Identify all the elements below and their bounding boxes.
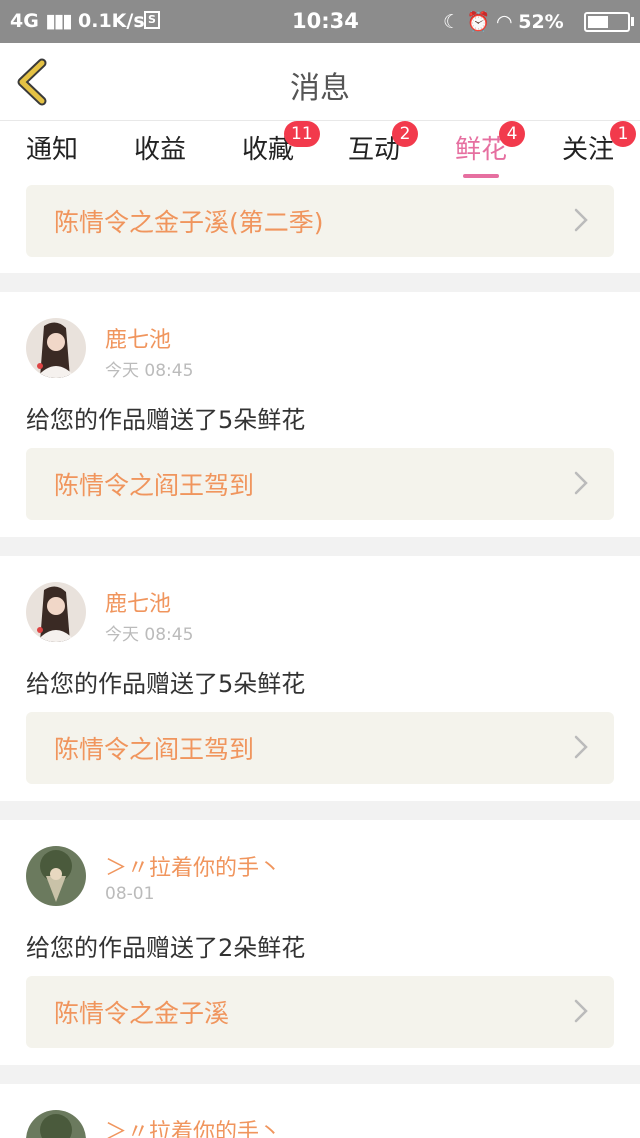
- avatar[interactable]: [26, 318, 86, 378]
- timestamp: 今天 08:45: [105, 625, 194, 645]
- status-bar: 4G ▮▮▮ 0.1K/s S 10:34 ☾ ⏰ ◠ 52%: [0, 0, 640, 43]
- tab-bar: 通知 收益 收藏 11 互动 2 鲜花 4 关注 1: [0, 121, 640, 185]
- work-link[interactable]: 陈情令之金子溪: [26, 976, 614, 1048]
- network-indicator: 4G ▮▮▮: [10, 10, 73, 32]
- tab-badge: 1: [610, 121, 636, 147]
- battery-percent: 52%: [518, 11, 564, 33]
- username[interactable]: ＞〃拉着你的手丶: [105, 1114, 281, 1138]
- tab-label: 关注: [562, 135, 615, 165]
- avatar[interactable]: [26, 582, 86, 642]
- chevron-right-icon: [574, 471, 588, 495]
- wifi-icon: ◠: [496, 11, 512, 33]
- timestamp: 今天 08:45: [105, 361, 194, 381]
- message-card: 鹿七池 今天 08:45 给您的作品赠送了5朵鲜花 陈情令之阎王驾到: [0, 556, 640, 801]
- tab-notice[interactable]: 通知: [26, 129, 78, 179]
- tab-favorites[interactable]: 收藏 11: [242, 121, 320, 179]
- battery-tip: [631, 17, 634, 26]
- active-tab-indicator: [463, 174, 499, 178]
- chevron-right-icon: [574, 999, 588, 1023]
- avatar[interactable]: [26, 846, 86, 906]
- moon-icon: ☾: [443, 11, 461, 33]
- work-title: 陈情令之阎王驾到: [54, 735, 255, 764]
- username[interactable]: ＞〃拉着你的手丶: [105, 850, 281, 882]
- tab-label: 鲜花: [455, 135, 508, 165]
- tab-badge: 4: [499, 121, 525, 147]
- chevron-right-icon: [574, 735, 588, 759]
- chevron-right-icon: [574, 208, 588, 232]
- alarm-icon: ⏰: [466, 11, 491, 33]
- page-title: 消息: [290, 71, 350, 106]
- message-card: ＞〃拉着你的手丶 08-01 给您的作品赠送了2朵鲜花 陈情令之金子溪: [0, 820, 640, 1065]
- tab-badge: 2: [392, 121, 418, 147]
- work-link[interactable]: 陈情令之金子溪(第二季): [26, 185, 614, 257]
- work-link[interactable]: 陈情令之阎王驾到: [26, 712, 614, 784]
- timestamp: 08-01: [105, 884, 155, 904]
- page-header: 消息: [0, 43, 640, 121]
- username[interactable]: 鹿七池: [105, 586, 171, 618]
- status-icons: ☾ ⏰ ◠ 52%: [443, 10, 564, 33]
- battery-icon: [584, 12, 630, 32]
- message-card: 鹿七池 今天 08:45 给您的作品赠送了5朵鲜花 陈情令之阎王驾到: [0, 292, 640, 537]
- avatar[interactable]: [26, 1110, 86, 1138]
- work-link[interactable]: 陈情令之阎王驾到: [26, 448, 614, 520]
- tab-label: 通知: [26, 135, 79, 165]
- tab-label: 互动: [348, 135, 401, 165]
- tab-follow[interactable]: 关注 1: [562, 121, 636, 179]
- work-title: 陈情令之阎王驾到: [54, 471, 255, 500]
- message-card: ＞〃拉着你的手丶: [0, 1084, 640, 1138]
- message-card: 陈情令之金子溪(第二季): [0, 185, 640, 273]
- message-text: 给您的作品赠送了2朵鲜花: [26, 934, 306, 962]
- work-title: 陈情令之金子溪: [54, 999, 230, 1028]
- username[interactable]: 鹿七池: [105, 322, 171, 354]
- clock: 10:34: [292, 9, 359, 33]
- network-speed: 0.1K/s: [78, 10, 145, 32]
- message-text: 给您的作品赠送了5朵鲜花: [26, 406, 306, 434]
- message-text: 给您的作品赠送了5朵鲜花: [26, 670, 306, 698]
- s-app-icon: S: [144, 11, 160, 29]
- battery-level: [588, 16, 608, 28]
- work-title: 陈情令之金子溪(第二季): [54, 208, 324, 237]
- tab-interaction[interactable]: 互动 2: [348, 121, 418, 179]
- tab-flowers[interactable]: 鲜花 4: [455, 121, 525, 179]
- tab-badge: 11: [284, 121, 320, 147]
- tab-label: 收益: [134, 135, 187, 165]
- tab-earnings[interactable]: 收益: [134, 129, 186, 179]
